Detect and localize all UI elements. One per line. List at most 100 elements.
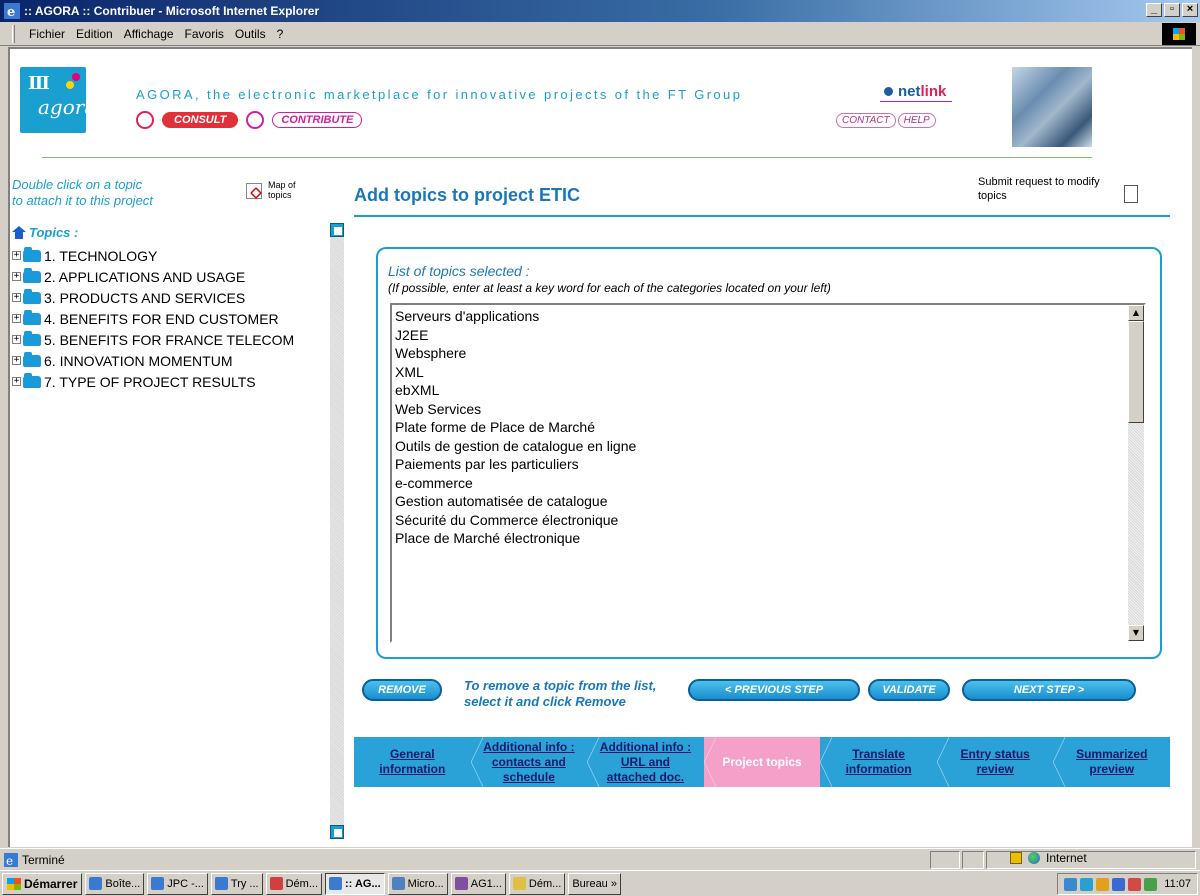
status-pane xyxy=(930,851,960,869)
expand-icon[interactable]: + xyxy=(12,377,21,386)
close-button[interactable]: × xyxy=(1182,3,1198,17)
tree-item-benefits-ft[interactable]: +5. BENEFITS FOR FRANCE TELECOM xyxy=(12,329,294,350)
step-general-information[interactable]: General information xyxy=(354,737,471,787)
topics-root[interactable]: Topics : xyxy=(12,225,78,240)
lock-icon xyxy=(1010,852,1022,864)
pdf-icon[interactable] xyxy=(246,183,262,199)
windows-flag-icon xyxy=(7,877,21,890)
menu-fichier[interactable]: Fichier xyxy=(29,27,65,41)
scroll-up-arrow-icon[interactable]: ▲ xyxy=(1128,305,1144,321)
contact-button[interactable]: CONTACT xyxy=(836,113,896,128)
tree-item-technology[interactable]: +1. TECHNOLOGY xyxy=(12,245,294,266)
step-translate-information[interactable]: Translate information xyxy=(820,737,937,787)
step-entry-status-review[interactable]: Entry status review xyxy=(936,737,1054,787)
menu-help[interactable]: ? xyxy=(277,27,284,41)
tree-item-applications[interactable]: +2. APPLICATIONS AND USAGE xyxy=(12,266,294,287)
taskbar-item[interactable]: Boîte... xyxy=(85,872,145,895)
taskbar-item[interactable]: JPC -... xyxy=(147,872,208,895)
list-item[interactable]: J2EE xyxy=(395,326,636,345)
step-contacts-schedule[interactable]: Additional info : contacts and schedule xyxy=(470,737,588,787)
task-label: Micro... xyxy=(407,877,444,890)
logo-text: agora xyxy=(38,95,97,119)
start-button[interactable]: Démarrer xyxy=(2,872,83,895)
list-item[interactable]: e-commerce xyxy=(395,474,636,493)
taskbar-item[interactable]: Micro... xyxy=(387,872,448,895)
tray-icon[interactable] xyxy=(1112,877,1126,891)
tree-item-products[interactable]: +3. PRODUCTS AND SERVICES xyxy=(12,287,294,308)
page-title: Add topics to project ETIC xyxy=(354,185,581,205)
submit-request-line1: Submit request to modify xyxy=(978,176,1100,188)
agora-logo[interactable]: Ⅲ agora xyxy=(20,67,96,133)
list-item[interactable]: Plate forme de Place de Marché xyxy=(395,418,636,437)
list-item[interactable]: ebXML xyxy=(395,381,636,400)
header-photo xyxy=(1012,67,1092,147)
expand-icon[interactable]: + xyxy=(12,251,21,260)
topic-tree: +1. TECHNOLOGY +2. APPLICATIONS AND USAG… xyxy=(12,245,294,392)
list-item[interactable]: Serveurs d'applications xyxy=(395,307,636,326)
tree-item-innovation[interactable]: +6. INNOVATION MOMENTUM xyxy=(12,350,294,371)
previous-step-button[interactable]: < PREVIOUS STEP xyxy=(688,679,860,701)
next-step-button[interactable]: NEXT STEP > xyxy=(962,679,1136,701)
expand-icon[interactable]: + xyxy=(12,335,21,344)
document-icon[interactable] xyxy=(1124,185,1138,203)
taskbar-item[interactable]: Try ... xyxy=(210,872,263,895)
step-project-topics[interactable]: Project topics xyxy=(703,737,821,787)
taskbar-item[interactable]: Dém... xyxy=(265,872,323,895)
desktop-toolbar[interactable]: Bureau» xyxy=(568,872,621,895)
consult-button[interactable]: CONSULT xyxy=(162,112,239,128)
list-item[interactable]: Websphere xyxy=(395,344,636,363)
list-item[interactable]: Web Services xyxy=(395,400,636,419)
step-url-attached-doc[interactable]: Additional info : URL and attached doc. xyxy=(587,737,704,787)
step-summarized-preview[interactable]: Summarized preview xyxy=(1053,737,1171,787)
list-item[interactable]: Gestion automatisée de catalogue xyxy=(395,492,636,511)
scroll-down-arrow-icon[interactable]: ▼ xyxy=(1128,625,1144,641)
maximize-button[interactable]: ▫ xyxy=(1164,3,1180,17)
expand-icon[interactable]: + xyxy=(12,314,21,323)
list-item[interactable]: Paiements par les particuliers xyxy=(395,455,636,474)
menu-affichage[interactable]: Affichage xyxy=(124,27,174,41)
tree-item-label: 5. BENEFITS FOR FRANCE TELECOM xyxy=(44,331,295,348)
tray-icon[interactable] xyxy=(1096,877,1110,891)
consult-icon[interactable] xyxy=(136,111,154,129)
tray-icon[interactable] xyxy=(1064,877,1078,891)
tree-item-benefits-customer[interactable]: +4. BENEFITS FOR END CUSTOMER xyxy=(12,308,294,329)
ie-window: e :: AGORA :: Contribuer - Microsoft Int… xyxy=(0,0,1200,896)
expand-icon[interactable]: + xyxy=(12,293,21,302)
taskbar-item[interactable]: AG1... xyxy=(450,872,506,895)
scroll-down-button[interactable] xyxy=(330,825,344,839)
expand-icon[interactable]: + xyxy=(12,356,21,365)
site-tagline: AGORA, the electronic marketplace for in… xyxy=(136,87,743,102)
menu-outils[interactable]: Outils xyxy=(235,27,266,41)
submit-request-link[interactable]: Submit request to modify topics xyxy=(978,175,1118,203)
map-of-topics-link[interactable]: Map of topics xyxy=(268,180,296,200)
contribute-button[interactable]: CONTRIBUTE xyxy=(272,112,363,128)
minimize-button[interactable]: _ xyxy=(1146,3,1162,17)
list-item[interactable]: Sécurité du Commerce électronique xyxy=(395,511,636,530)
help-button[interactable]: HELP xyxy=(897,113,936,128)
tray-icon[interactable] xyxy=(1144,877,1158,891)
left-panel-scrollbar[interactable] xyxy=(330,223,344,839)
menu-favoris[interactable]: Favoris xyxy=(185,27,224,41)
scroll-thumb[interactable] xyxy=(1128,321,1144,423)
app-icon xyxy=(391,877,405,890)
scroll-up-button[interactable] xyxy=(330,223,344,237)
netlink-logo[interactable]: netlink xyxy=(880,83,953,102)
status-pane xyxy=(962,851,984,869)
taskbar-item-active[interactable]: :: AG... xyxy=(325,872,385,895)
page-viewport: Ⅲ agora AGORA, the electronic marketplac… xyxy=(8,47,1192,847)
selected-topics-listbox[interactable]: Serveurs d'applications J2EE Websphere X… xyxy=(390,303,1146,643)
tray-icon[interactable] xyxy=(1128,877,1142,891)
contribute-icon[interactable] xyxy=(246,111,265,129)
expand-icon[interactable]: + xyxy=(12,272,21,281)
menu-edition[interactable]: Edition xyxy=(76,27,113,41)
list-item[interactable]: XML xyxy=(395,363,636,382)
list-item[interactable]: Place de Marché électronique xyxy=(395,529,636,548)
validate-button[interactable]: VALIDATE xyxy=(868,679,950,701)
clock[interactable]: 11:07 xyxy=(1164,878,1191,890)
remove-button[interactable]: REMOVE xyxy=(362,679,442,701)
list-item[interactable]: Outils de gestion de catalogue en ligne xyxy=(395,437,636,456)
listbox-scrollbar[interactable]: ▲ ▼ xyxy=(1128,305,1144,641)
tree-item-results[interactable]: +7. TYPE OF PROJECT RESULTS xyxy=(12,371,294,392)
taskbar-item[interactable]: Dém... xyxy=(508,872,566,895)
tray-icon[interactable] xyxy=(1080,877,1094,891)
